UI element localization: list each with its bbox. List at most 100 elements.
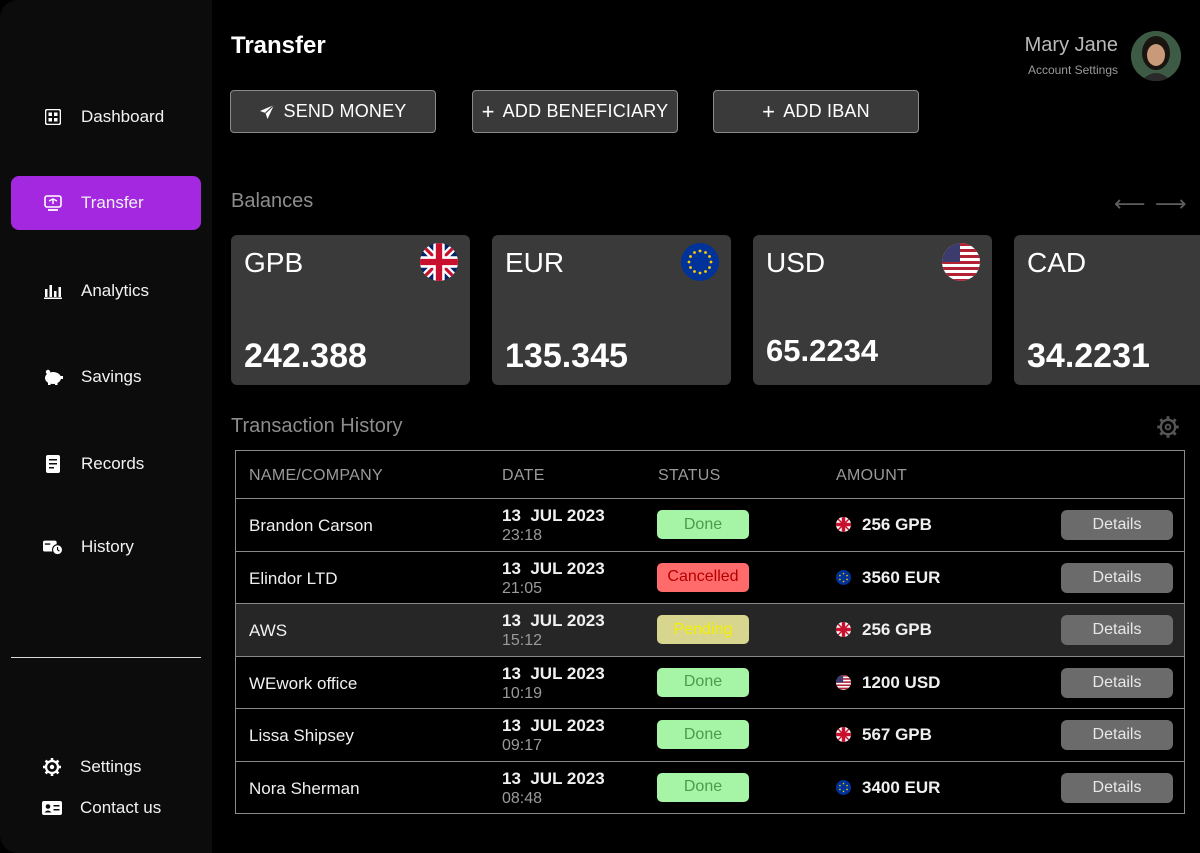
sidebar-item-label: Transfer — [81, 193, 144, 212]
sidebar-item-label: Dashboard — [81, 107, 165, 126]
transaction-name: WEwork office — [249, 673, 358, 693]
currency-code: USD — [766, 247, 826, 278]
currency-code: EUR — [505, 247, 565, 278]
uk-flag-icon — [836, 517, 851, 532]
plus-icon: + — [762, 98, 776, 124]
transaction-date: 13 JUL 2023 — [502, 663, 605, 683]
balance-value: 65.2234 — [766, 333, 879, 368]
balance-card-gpb[interactable]: GPB 242.388 — [231, 235, 470, 385]
user-name[interactable]: Mary Jane — [1025, 34, 1118, 57]
arrow-right-icon[interactable]: ⟶ — [1155, 191, 1187, 217]
table-settings-gear-icon[interactable] — [1156, 415, 1180, 439]
balances-title: Balances — [231, 190, 314, 212]
table-row[interactable]: Brandon Carson 13 JUL 2023 23:18 Done 256 GP… — [236, 499, 1184, 552]
transaction-amount: 256 GPB — [862, 620, 932, 639]
transaction-amount: 1200 USD — [862, 672, 941, 692]
eu-flag-icon — [836, 779, 851, 795]
add-iban-button[interactable]: + ADD IBAN — [713, 90, 919, 133]
gear-icon — [42, 757, 62, 777]
column-header-status: STATUS — [658, 467, 721, 484]
sidebar-item-label: Settings — [80, 757, 142, 776]
table-row[interactable]: AWS 13 JUL 2023 15:12 Pending 256 GPB Details — [236, 604, 1184, 657]
balance-value: 135.345 — [505, 337, 628, 375]
uk-flag-icon — [420, 243, 458, 281]
sidebar-item-history[interactable]: History — [11, 520, 201, 574]
currency-code: GPB — [244, 247, 304, 278]
details-button[interactable]: Details — [1061, 667, 1173, 698]
dashboard-icon — [43, 107, 63, 127]
avatar[interactable] — [1131, 31, 1181, 81]
eu-flag-icon — [836, 569, 851, 585]
balance-card-usd[interactable]: USD 65.2234 — [753, 235, 992, 385]
transaction-time: 23:18 — [502, 527, 543, 544]
sidebar-item-analytics[interactable]: Analytics — [11, 264, 201, 318]
sidebar-item-label: Contact us — [80, 798, 162, 817]
eu-flag-icon — [681, 243, 719, 281]
us-flag-icon — [942, 243, 980, 281]
transaction-name: Elindor LTD — [249, 568, 338, 588]
sidebar-item-contact[interactable]: Contact us — [42, 796, 161, 820]
transaction-name: Brandon Carson — [249, 516, 373, 535]
records-icon — [43, 454, 63, 474]
transaction-date: 13 JUL 2023 — [502, 716, 605, 735]
account-settings-link[interactable]: Account Settings — [1028, 63, 1118, 77]
piggy-bank-icon — [43, 367, 63, 387]
balance-value: 34.2231 — [1027, 337, 1150, 375]
details-button[interactable]: Details — [1061, 510, 1173, 540]
status-badge: Cancelled — [657, 562, 749, 592]
page-title: Transfer — [231, 32, 326, 59]
sidebar-item-label: Savings — [81, 367, 142, 386]
transaction-history-title: Transaction History — [231, 415, 403, 437]
transaction-time: 15:12 — [502, 632, 543, 649]
table-row[interactable]: WEwork office 13 JUL 2023 10:19 Done 1200 US… — [236, 657, 1184, 709]
sidebar-item-dashboard[interactable]: Dashboard — [11, 90, 201, 144]
table-row[interactable]: Elindor LTD 13 JUL 2023 21:05 Cancelled 3560… — [236, 552, 1184, 604]
arrow-left-icon[interactable]: ⟵ — [1114, 191, 1146, 217]
balance-card-eur[interactable]: EUR 135.345 — [492, 235, 731, 385]
table-row[interactable]: Lissa Shipsey 13 JUL 2023 09:17 Done 567 GPB… — [236, 709, 1184, 762]
sidebar-item-label: History — [81, 537, 134, 556]
sidebar: Dashboard Transfer Analytics Savings Rec… — [0, 0, 212, 853]
sidebar-item-records[interactable]: Records — [11, 437, 201, 491]
transaction-time: 08:48 — [502, 789, 543, 807]
transaction-table: NAME/COMPANY DATE STATUS AMOUNT Brandon … — [235, 450, 1185, 814]
sidebar-divider — [11, 657, 201, 658]
uk-flag-icon — [836, 622, 851, 637]
us-flag-icon — [836, 674, 851, 690]
status-badge: Pending — [657, 615, 749, 644]
balance-card-cad[interactable]: CAD 34.2231 — [1014, 235, 1200, 385]
column-header-amount: AMOUNT — [836, 467, 908, 484]
uk-flag-icon — [836, 727, 851, 742]
details-button[interactable]: Details — [1061, 562, 1173, 593]
table-row[interactable]: Nora Sherman 13 JUL 2023 08:48 Done 3400 EUR… — [236, 762, 1184, 815]
details-button[interactable]: Details — [1061, 720, 1173, 750]
details-button[interactable]: Details — [1061, 772, 1173, 803]
status-badge: Done — [657, 510, 749, 539]
add-beneficiary-button[interactable]: + ADD BENEFICIARY — [472, 90, 678, 133]
transaction-date: 13 JUL 2023 — [502, 506, 605, 525]
transaction-name: AWS — [249, 621, 288, 640]
column-header-date: DATE — [502, 467, 545, 484]
balance-value: 242.388 — [244, 337, 367, 375]
details-button[interactable]: Details — [1061, 615, 1173, 645]
sidebar-item-label: Analytics — [81, 281, 150, 300]
transaction-amount: 3560 EUR — [862, 567, 941, 587]
transaction-time: 10:19 — [502, 684, 543, 702]
history-icon — [43, 537, 63, 557]
transaction-date: 13 JUL 2023 — [502, 611, 605, 630]
sidebar-item-transfer[interactable]: Transfer — [11, 176, 201, 230]
status-badge: Done — [657, 772, 749, 802]
transaction-time: 21:05 — [502, 579, 543, 597]
contact-card-icon — [42, 798, 62, 818]
sidebar-item-settings[interactable]: Settings — [42, 755, 141, 779]
sidebar-item-savings[interactable]: Savings — [11, 350, 201, 404]
column-header-name: NAME/COMPANY — [249, 467, 383, 484]
transaction-amount: 567 GPB — [862, 725, 932, 744]
table-header: NAME/COMPANY DATE STATUS AMOUNT — [236, 451, 1184, 499]
transaction-amount: 3400 EUR — [862, 777, 941, 797]
transaction-name: Lissa Shipsey — [249, 726, 354, 745]
send-money-button[interactable]: SEND MONEY — [230, 90, 436, 133]
status-badge: Done — [657, 720, 749, 749]
paper-plane-icon — [259, 104, 275, 120]
status-badge: Done — [657, 667, 749, 697]
